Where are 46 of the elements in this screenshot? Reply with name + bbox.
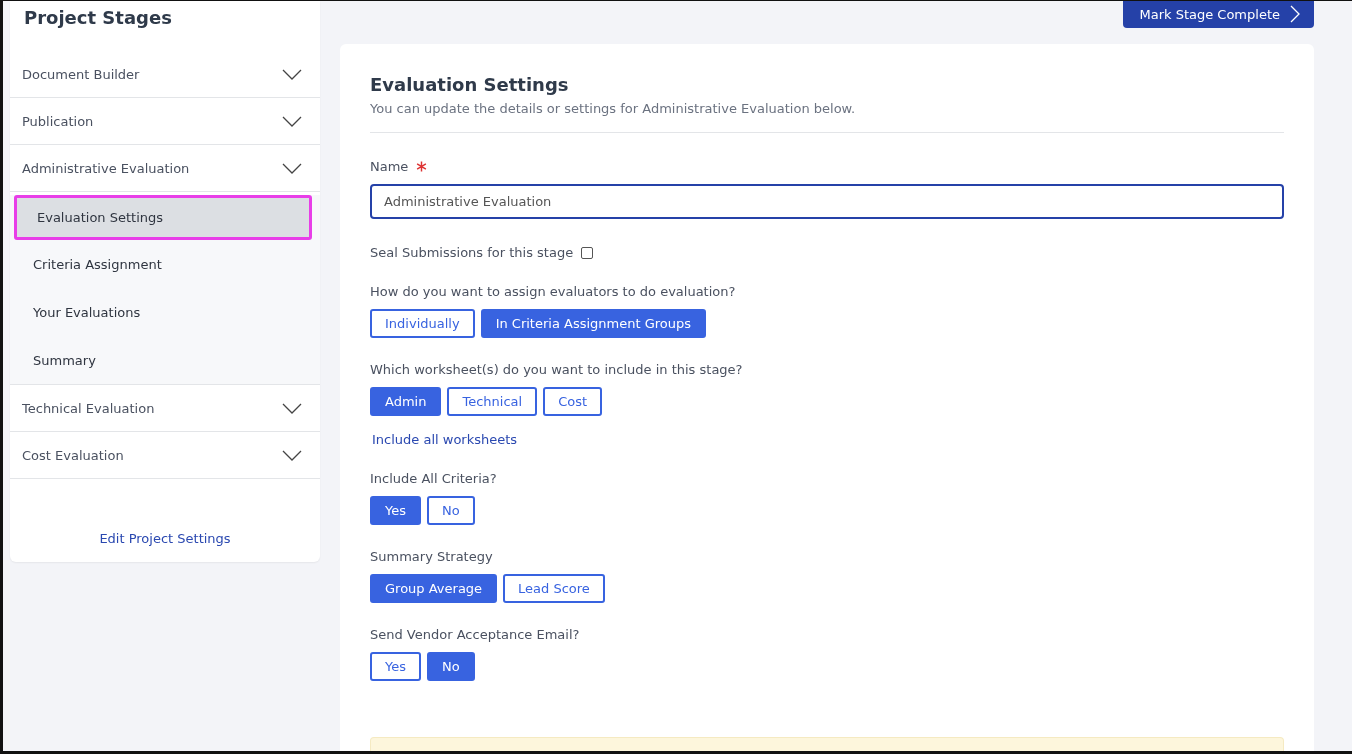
question-label: Summary Strategy (370, 549, 494, 564)
stage-label: Document Builder (22, 66, 140, 82)
option-button[interactable]: Admin (370, 387, 442, 416)
question-label: Include All Criteria? (370, 471, 498, 486)
option-button[interactable]: No (427, 652, 475, 681)
option-button[interactable]: No (427, 496, 475, 525)
seal-checkbox[interactable] (581, 246, 594, 259)
stage-item[interactable]: Cost Evaluation (10, 432, 320, 479)
include-all-link[interactable]: Include all worksheets (372, 432, 518, 447)
name-input-field[interactable]: Administrative Evaluation (370, 184, 1284, 219)
chevron-down-icon (282, 68, 302, 80)
sub-stage-item[interactable]: Your Evaluations (10, 288, 320, 336)
edit-settings-link[interactable]: Edit Project Settings (99, 531, 231, 546)
option-button[interactable]: Yes (370, 652, 421, 681)
option-button[interactable]: Technical (447, 387, 538, 416)
option-button[interactable]: Individually (370, 309, 475, 338)
form-subtitle: You can update the details or settings for Administrative Evaluation below. (370, 101, 1284, 133)
question-label: Which worksheet(s) do you want to include in this stage? (370, 362, 744, 377)
option-button[interactable]: Lead Score (503, 574, 605, 603)
option-button[interactable]: Cost (543, 387, 603, 416)
chevron-down-icon (282, 115, 302, 127)
chevron-down-icon (282, 449, 302, 461)
sub-stage-item[interactable]: Criteria Assignment (10, 240, 320, 288)
stage-label: Administrative Evaluation (22, 160, 190, 176)
chevron-right-icon (1290, 5, 1300, 23)
chevron-down-icon (282, 402, 302, 414)
stage-item[interactable]: Publication (10, 98, 320, 145)
chevron-down-icon (282, 162, 302, 174)
form-title: Evaluation Settings (370, 74, 570, 95)
sub-stage-item[interactable]: Summary (10, 336, 320, 384)
stage-item[interactable]: Administrative Evaluation (10, 145, 320, 192)
option-button[interactable]: In Criteria Assignment Groups (480, 309, 707, 338)
stage-label: Cost Evaluation (22, 447, 124, 463)
question-label: Send Vendor Acceptance Email? (370, 627, 581, 642)
sidebar-title: Project Stages (10, 1, 320, 51)
stage-item[interactable]: Document Builder (10, 51, 320, 98)
sub-stage-item[interactable]: Evaluation Settings (14, 195, 312, 240)
mark-complete-button[interactable]: Mark Stage Complete (1123, 1, 1314, 28)
stage-label: Technical Evaluation (22, 400, 155, 416)
option-button[interactable]: Yes (370, 496, 421, 525)
stage-label: Publication (22, 113, 94, 129)
seal-label: Seal Submissions for this stage (370, 245, 574, 260)
option-button[interactable]: Group Average (370, 574, 498, 603)
question-label: How do you want to assign evaluators to do evaluation? (370, 284, 737, 299)
stage-item[interactable]: Technical Evaluation (10, 385, 320, 432)
name-label: Name (370, 159, 409, 174)
